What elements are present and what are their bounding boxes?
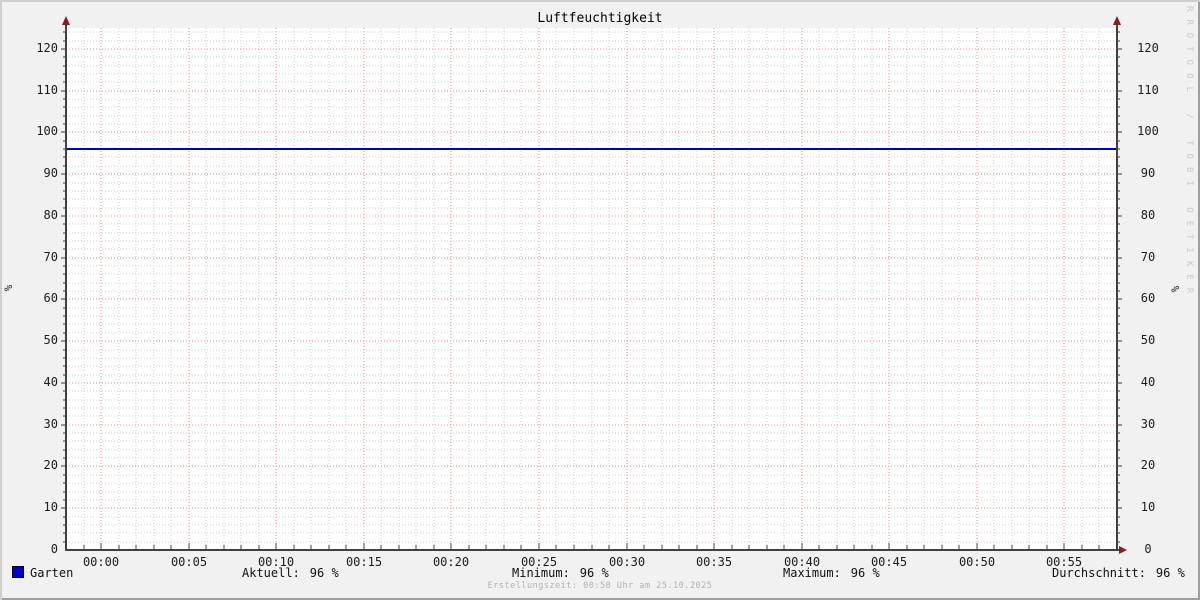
y-tick-label: 20 [0, 458, 58, 473]
stat-durchschnitt-value: 96 % [1156, 566, 1185, 580]
humidity-chart-plot [0, 0, 1200, 600]
stat-maximum: Maximum: 96 % [783, 566, 880, 581]
legend-color-swatch [12, 566, 24, 578]
x-tick-label: 00:00 [75, 555, 127, 570]
y-tick-label: 70 [0, 250, 58, 265]
rrdtool-graph-window: Luftfeuchtigkeit % % 0102030405060708090… [0, 0, 1200, 600]
y-tick-label: 10 [1136, 500, 1160, 515]
stat-aktuell-value: 96 % [310, 566, 339, 580]
y-tick-label: 40 [1136, 375, 1160, 390]
y-tick-label: 110 [0, 83, 58, 98]
y-tick-label: 100 [1136, 124, 1160, 139]
stat-minimum-value: 96 % [580, 566, 609, 580]
y-tick-label: 50 [0, 333, 58, 348]
y-tick-label: 90 [1136, 166, 1160, 181]
stat-minimum: Minimum: 96 % [512, 566, 609, 581]
x-tick-label: 00:20 [425, 555, 477, 570]
stat-minimum-label: Minimum: [512, 566, 570, 580]
y-tick-label: 80 [1136, 208, 1160, 223]
rrdtool-watermark: RRDTOOL / TOBI OETIKER [1184, 6, 1194, 301]
y-tick-label: 70 [1136, 250, 1160, 265]
y-tick-label: 0 [1136, 542, 1160, 557]
x-tick-label: 00:50 [951, 555, 1003, 570]
y-tick-label: 120 [0, 41, 58, 56]
x-tick-label: 00:15 [338, 555, 390, 570]
y-tick-label: 80 [0, 208, 58, 223]
stat-aktuell: Aktuell: 96 % [242, 566, 339, 581]
y-tick-label: 50 [1136, 333, 1160, 348]
y-tick-label: 20 [1136, 458, 1160, 473]
stat-aktuell-label: Aktuell: [242, 566, 300, 580]
y-tick-label: 60 [0, 291, 58, 306]
legend-series-label: Garten [30, 566, 73, 581]
y-tick-label: 0 [0, 542, 58, 557]
x-tick-label: 00:05 [163, 555, 215, 570]
y-tick-label: 30 [1136, 417, 1160, 432]
chart-title: Luftfeuchtigkeit [0, 11, 1200, 26]
stat-durchschnitt-label: Durchschnitt: [1052, 566, 1146, 580]
stat-maximum-label: Maximum: [783, 566, 841, 580]
y-tick-label: 90 [0, 166, 58, 181]
y-tick-label: 40 [0, 375, 58, 390]
y-tick-label: 100 [0, 124, 58, 139]
y-axis-unit-label-right: % [1168, 281, 1184, 297]
creation-time-caption: Erstellungszeit: 00:58 Uhr am 25.10.2025 [0, 581, 1200, 592]
y-tick-label: 10 [0, 500, 58, 515]
y-tick-label: 30 [0, 417, 58, 432]
stat-maximum-value: 96 % [851, 566, 880, 580]
y-tick-label: 60 [1136, 291, 1160, 306]
y-tick-label: 120 [1136, 41, 1160, 56]
y-tick-label: 110 [1136, 83, 1160, 98]
stat-durchschnitt: Durchschnitt: 96 % [1052, 566, 1185, 581]
x-tick-label: 00:35 [688, 555, 740, 570]
